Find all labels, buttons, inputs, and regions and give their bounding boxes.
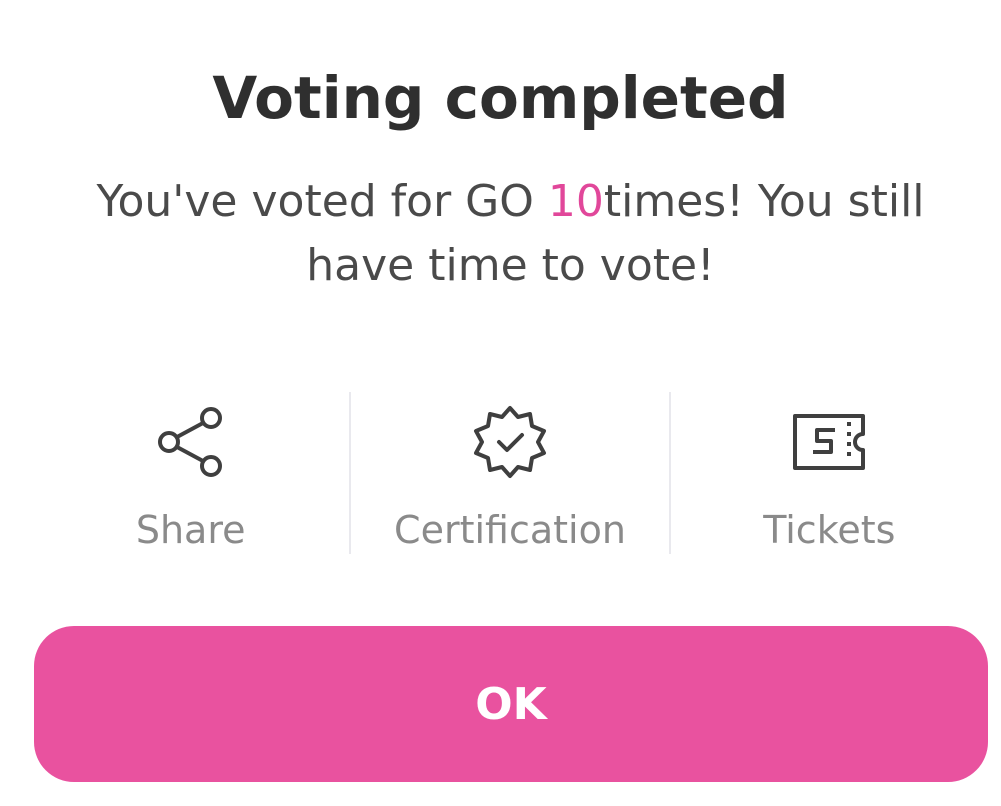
tickets-label: Tickets: [763, 508, 896, 552]
dialog-message: You've voted for GO 10times! You still h…: [60, 170, 961, 298]
message-prefix: You've voted for GO: [96, 176, 548, 227]
dialog-title: Voting completed: [212, 64, 789, 132]
share-label: Share: [135, 508, 246, 552]
voting-completed-dialog: Voting completed You've voted for GO 10t…: [0, 0, 1001, 806]
ok-button[interactable]: OK: [34, 626, 988, 782]
share-icon: [152, 404, 230, 480]
ticket-icon: [790, 404, 868, 480]
action-row: Share Certification Tickets: [32, 392, 988, 554]
share-action[interactable]: Share: [32, 392, 349, 554]
certificate-badge-icon: [471, 404, 549, 480]
vote-count: 10: [547, 176, 604, 227]
certification-action[interactable]: Certification: [351, 392, 668, 554]
tickets-action[interactable]: Tickets: [671, 392, 988, 554]
certification-label: Certification: [394, 508, 626, 552]
